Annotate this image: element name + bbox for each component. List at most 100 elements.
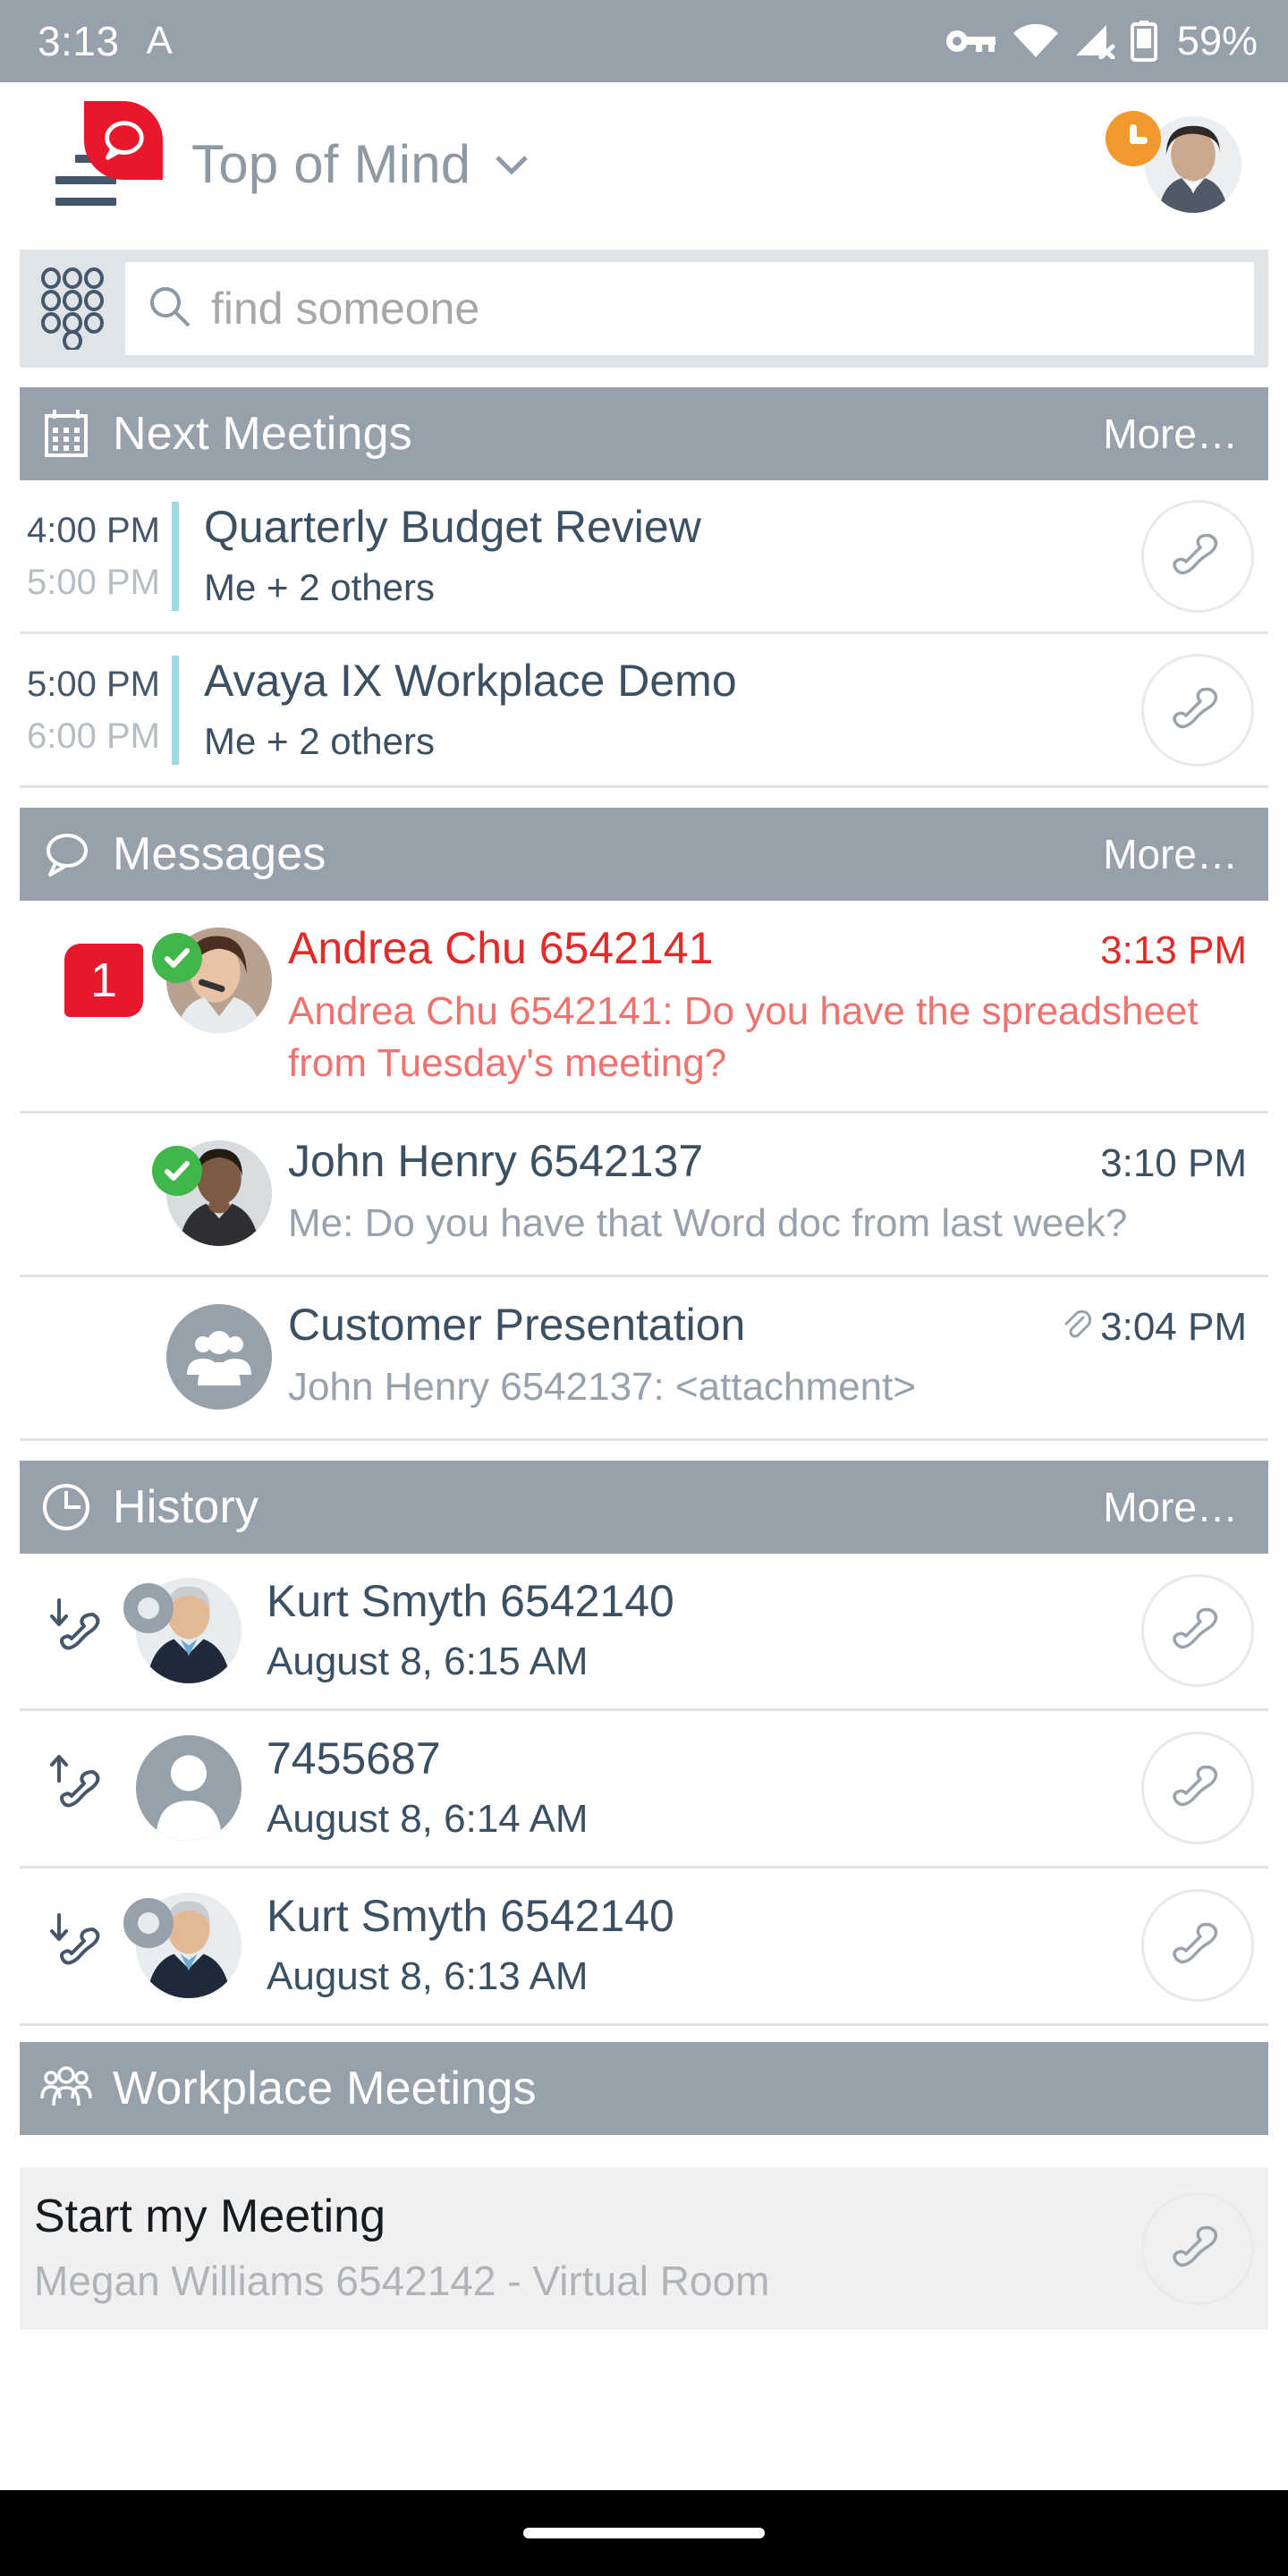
- top-of-mind-selector[interactable]: Top of Mind: [191, 133, 530, 195]
- wifi-icon: [1013, 23, 1059, 59]
- calendar-icon: [20, 408, 113, 460]
- message-sender: John Henry 6542137: [288, 1135, 704, 1186]
- section-title: Next Meetings: [113, 408, 412, 460]
- meeting-times: 4:00 PM 5:00 PM: [20, 504, 166, 608]
- people-group-icon: [20, 2063, 113, 2114]
- my-presence-avatar[interactable]: [1089, 110, 1268, 218]
- history-body: 7455687 August 8, 6:14 AM: [267, 1730, 1141, 1845]
- call-button[interactable]: [1141, 1574, 1254, 1688]
- phone-handset-icon: [1173, 1922, 1218, 1964]
- meeting-end-time: 6:00 PM: [27, 716, 160, 756]
- home-indicator[interactable]: [523, 2528, 765, 2538]
- meeting-participants: Me + 2 others: [204, 719, 435, 762]
- phone-handset-icon: [1173, 2225, 1218, 2267]
- start-my-meeting-title: Start my Meeting: [34, 2190, 386, 2243]
- message-header: Customer Presentation 3:04 PM: [288, 1297, 1247, 1353]
- message-preview: Me: Do you have that Word doc from last …: [288, 1201, 1128, 1246]
- generic-person-avatar: [136, 1735, 242, 1842]
- more-link-history[interactable]: More…: [1103, 1483, 1268, 1531]
- history-row[interactable]: 7455687 August 8, 6:14 AM: [20, 1710, 1268, 1868]
- incoming-call-icon: [20, 1593, 136, 1668]
- search-icon: [148, 285, 191, 333]
- app-screen: 3:13 A 59% Top of Mind find someone Next…: [0, 0, 1288, 2576]
- history-timestamp: August 8, 6:15 AM: [267, 1640, 589, 1684]
- message-left: 1: [20, 920, 288, 1040]
- meeting-participants: Me + 2 others: [204, 565, 435, 608]
- start-my-meeting-row[interactable]: Start my Meeting Megan Williams 6542142 …: [20, 2166, 1268, 2330]
- history-row[interactable]: Kurt Smyth 6542140 August 8, 6:15 AM: [20, 1553, 1268, 1711]
- meeting-title: Avaya IX Workplace Demo: [204, 655, 737, 706]
- search-bar: find someone: [20, 250, 1268, 368]
- message-body: Customer Presentation 3:04 PM John Henry…: [288, 1297, 1268, 1414]
- history-timestamp: August 8, 6:14 AM: [267, 1797, 589, 1842]
- meeting-times: 5:00 PM 6:00 PM: [20, 658, 166, 762]
- call-button[interactable]: [1141, 653, 1254, 767]
- unread-badge: 1: [64, 944, 143, 1017]
- dialpad-icon[interactable]: [20, 250, 125, 368]
- start-meeting-call-button[interactable]: [1141, 2191, 1254, 2305]
- message-body: Andrea Chu 6542141 3:13 PM Andrea Chu 65…: [288, 920, 1268, 1089]
- section-title: Workplace Meetings: [113, 2062, 537, 2114]
- history-contact-name: Kurt Smyth 6542140: [267, 1576, 674, 1627]
- status-bar-left: 3:13 A: [38, 17, 173, 65]
- message-preview: John Henry 6542137: <attachment>: [288, 1365, 917, 1410]
- message-time: 3:10 PM: [1100, 1140, 1247, 1185]
- presence-away-icon: [1106, 110, 1161, 166]
- status-bar-clock: 3:13: [38, 18, 120, 64]
- message-sender: Andrea Chu 6542141: [288, 923, 714, 973]
- hamburger-menu-icon[interactable]: [36, 97, 170, 232]
- call-button[interactable]: [1141, 499, 1254, 613]
- avatar: [136, 1735, 242, 1842]
- message-time: 3:13 PM: [1100, 928, 1247, 972]
- message-row[interactable]: John Henry 6542137 3:10 PM Me: Do you ha…: [20, 1113, 1268, 1277]
- meeting-title: Quarterly Budget Review: [204, 501, 701, 552]
- message-header: Andrea Chu 6542141 3:13 PM: [288, 920, 1247, 977]
- presence-offline-icon: [123, 1583, 174, 1634]
- message-left: [20, 1297, 288, 1417]
- phone-handset-icon: [1173, 687, 1218, 728]
- message-row[interactable]: Customer Presentation 3:04 PM John Henry…: [20, 1276, 1268, 1441]
- chat-bubble-icon: [20, 828, 113, 880]
- meeting-row[interactable]: 5:00 PM 6:00 PM Avaya IX Workplace Demo …: [20, 634, 1268, 788]
- meeting-start-time: 5:00 PM: [27, 664, 160, 704]
- paperclip-icon: [1061, 1305, 1092, 1350]
- phone-handset-icon: [1173, 533, 1218, 574]
- message-header: John Henry 6542137 3:10 PM: [288, 1133, 1247, 1190]
- message-body: John Henry 6542137 3:10 PM Me: Do you ha…: [288, 1133, 1268, 1250]
- meeting-text: Avaya IX Workplace Demo Me + 2 others: [204, 652, 1141, 768]
- page-title: Top of Mind: [191, 134, 471, 194]
- history-timestamp: August 8, 6:13 AM: [267, 1954, 589, 1999]
- meeting-end-time: 5:00 PM: [27, 562, 160, 602]
- status-bar-right: 59%: [945, 18, 1258, 64]
- section-title: History: [113, 1480, 259, 1533]
- call-button[interactable]: [1141, 1732, 1254, 1845]
- meeting-accent-bar: [172, 655, 179, 765]
- meeting-accent-bar: [172, 501, 179, 611]
- vpn-key-icon: [945, 26, 997, 56]
- history-body: Kurt Smyth 6542140 August 8, 6:13 AM: [267, 1887, 1141, 2003]
- message-row[interactable]: 1 Andrea Chu 6542141 3:13 PM Andrea Chu …: [20, 901, 1268, 1114]
- presence-available-icon: [152, 1145, 202, 1196]
- app-bar: Top of Mind: [0, 82, 1288, 246]
- section-header-workplace-meetings: Workplace Meetings: [20, 2041, 1268, 2135]
- history-row[interactable]: Kurt Smyth 6542140 August 8, 6:13 AM: [20, 1868, 1268, 2026]
- search-input[interactable]: find someone: [125, 262, 1254, 355]
- presence-offline-icon: [123, 1898, 174, 1949]
- avatar: [152, 1140, 272, 1246]
- more-link-messages[interactable]: More…: [1103, 830, 1268, 878]
- message-sender: Customer Presentation: [288, 1299, 746, 1350]
- message-left: [20, 1133, 288, 1253]
- call-button[interactable]: [1141, 1889, 1254, 2003]
- message-time: 3:04 PM: [1061, 1305, 1247, 1350]
- meeting-row[interactable]: 4:00 PM 5:00 PM Quarterly Budget Review …: [20, 480, 1268, 634]
- start-my-meeting-subtitle: Megan Williams 6542142 - Virtual Room: [34, 2258, 770, 2305]
- more-link-next-meetings[interactable]: More…: [1103, 410, 1268, 458]
- alphanumeric-mode-icon: A: [146, 19, 173, 63]
- avatar: [152, 928, 272, 1033]
- battery-icon: [1130, 21, 1157, 62]
- history-contact-name: 7455687: [267, 1733, 441, 1784]
- search-placeholder: find someone: [211, 284, 480, 334]
- meeting-start-time: 4:00 PM: [27, 510, 160, 550]
- section-header-next-meetings: Next Meetings More…: [20, 387, 1268, 480]
- phone-handset-icon: [1173, 1607, 1218, 1649]
